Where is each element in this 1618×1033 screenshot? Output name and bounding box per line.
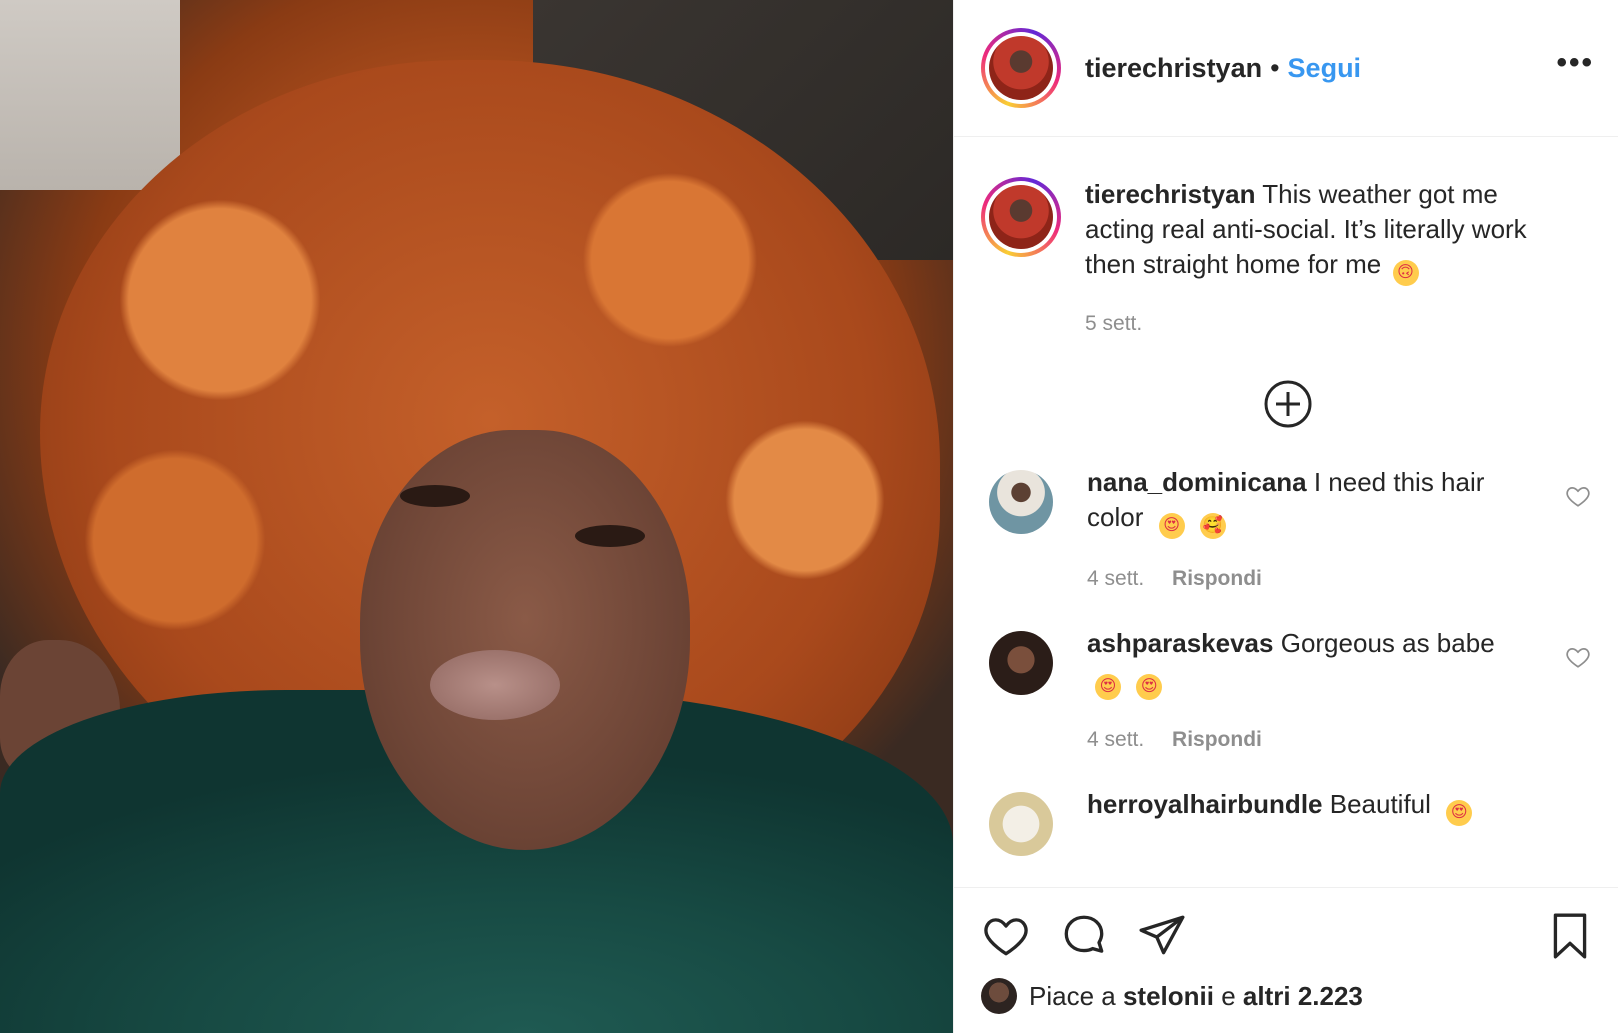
commenter-avatar[interactable] <box>989 470 1053 534</box>
photo-eye-left <box>400 485 470 507</box>
comment-item: ashparaskevas Gorgeous as babe 😍 😍 4 set… <box>981 626 1595 757</box>
separator-dot: • <box>1270 52 1280 83</box>
heart-outline-icon[interactable] <box>1565 483 1591 509</box>
share-icon[interactable] <box>1137 911 1187 961</box>
author-avatar[interactable] <box>981 28 1061 108</box>
smiling-face-with-hearts-emoji: 🥰 <box>1199 513 1226 539</box>
heart-eyes-emoji: 😍 <box>1446 800 1473 826</box>
photo-background-left <box>0 0 180 190</box>
post-photo[interactable] <box>0 0 953 1033</box>
photo-lips <box>430 650 560 720</box>
heart-outline-icon[interactable] <box>1565 644 1591 670</box>
heart-eyes-emoji: 😍 <box>1095 674 1121 700</box>
liker-username[interactable]: stelonii <box>1123 981 1214 1012</box>
post-actions: Piace a stelonii e altri 2.223 <box>954 887 1618 1033</box>
comment-item: herroyalhairbundle Beautiful 😍 <box>981 787 1595 856</box>
post-header: tierechristyan • Segui ••• <box>954 0 1618 137</box>
load-more-comments-button[interactable] <box>981 379 1595 429</box>
comment-icon[interactable] <box>1059 911 1109 961</box>
commenter-avatar[interactable] <box>989 792 1053 856</box>
load-more-plus-icon[interactable] <box>1263 379 1313 429</box>
more-options-icon[interactable]: ••• <box>1556 48 1594 88</box>
comment-username[interactable]: herroyalhairbundle <box>1087 789 1323 819</box>
comment-text: Beautiful <box>1329 789 1431 819</box>
caption-username[interactable]: tierechristyan <box>1085 179 1256 209</box>
comment-timestamp[interactable]: 4 sett. <box>1087 567 1144 590</box>
reply-button[interactable]: Rispondi <box>1172 728 1262 751</box>
caption-avatar[interactable] <box>981 177 1061 257</box>
likes-summary[interactable]: Piace a stelonii e altri 2.223 <box>981 978 1595 1014</box>
comment-item: nana_dominicana I need this hair color 😍… <box>981 465 1595 596</box>
comment-text: Gorgeous as babe <box>1280 628 1495 658</box>
comment-timestamp[interactable]: 4 sett. <box>1087 728 1144 751</box>
heart-eyes-emoji: 😍 <box>1136 674 1163 700</box>
follow-button[interactable]: Segui <box>1288 53 1362 84</box>
comments-list[interactable]: tierechristyan This weather got me actin… <box>954 137 1618 887</box>
like-icon[interactable] <box>981 911 1031 961</box>
save-icon[interactable] <box>1545 911 1595 961</box>
comment-username[interactable]: ashparaskevas <box>1087 628 1273 658</box>
post-side-panel: tierechristyan • Segui ••• tierechristya… <box>953 0 1618 1033</box>
commenter-avatar[interactable] <box>989 631 1053 695</box>
likes-count[interactable]: altri 2.223 <box>1243 981 1363 1012</box>
comment-username[interactable]: nana_dominicana <box>1087 467 1307 497</box>
liker-avatar[interactable] <box>981 978 1017 1014</box>
upside-down-face-emoji: 🙃 <box>1392 260 1419 286</box>
caption: tierechristyan This weather got me actin… <box>981 177 1595 341</box>
photo-eye-right <box>575 525 645 547</box>
reply-button[interactable]: Rispondi <box>1172 567 1262 590</box>
author-username[interactable]: tierechristyan <box>1085 53 1262 84</box>
heart-eyes-emoji: 😍 <box>1158 513 1185 539</box>
caption-timestamp[interactable]: 5 sett. <box>1085 306 1565 341</box>
